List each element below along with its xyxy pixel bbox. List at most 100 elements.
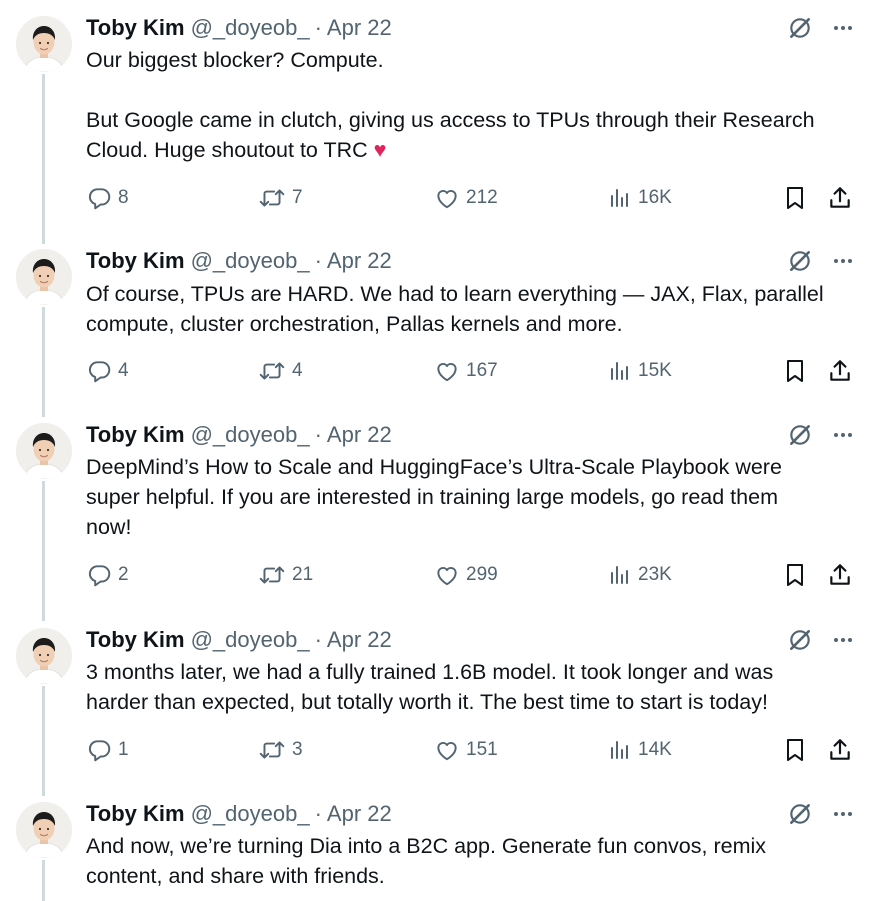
- grok-icon[interactable]: [787, 801, 813, 827]
- views-icon: [608, 738, 632, 762]
- reply-button[interactable]: 2: [86, 561, 129, 589]
- like-button[interactable]: 212: [434, 184, 498, 212]
- tweet-top-icons: [787, 247, 855, 275]
- bookmark-button[interactable]: [783, 736, 807, 764]
- retweet-count: 7: [292, 187, 303, 208]
- avatar[interactable]: [16, 628, 72, 684]
- like-count: 212: [466, 187, 498, 208]
- retweet-icon: [258, 185, 286, 211]
- bookmark-icon: [783, 737, 807, 763]
- tweet-text: DeepMind’s How to Scale and HuggingFace’…: [86, 452, 861, 542]
- reply-count: 8: [118, 187, 129, 208]
- more-icon[interactable]: [831, 628, 855, 652]
- bookmark-button[interactable]: [783, 357, 807, 385]
- grok-icon[interactable]: [787, 15, 813, 41]
- author-name[interactable]: Toby Kim: [86, 248, 185, 274]
- like-icon: [434, 737, 460, 763]
- tweet-date[interactable]: Apr 22: [327, 422, 392, 448]
- tweet-header: Toby Kim @_doyeob_ · Apr 22: [86, 626, 392, 654]
- more-icon[interactable]: [831, 802, 855, 826]
- author-name[interactable]: Toby Kim: [86, 422, 185, 448]
- grok-icon[interactable]: [787, 248, 813, 274]
- retweet-icon: [258, 562, 286, 588]
- retweet-button[interactable]: 3: [258, 736, 303, 764]
- like-button[interactable]: 299: [434, 561, 498, 589]
- bookmark-button[interactable]: [783, 184, 807, 212]
- retweet-icon: [258, 737, 286, 763]
- like-button[interactable]: 151: [434, 736, 498, 764]
- views-count: 16K: [638, 187, 672, 208]
- share-button[interactable]: [827, 184, 853, 212]
- share-icon: [827, 562, 853, 588]
- reply-button[interactable]: 4: [86, 357, 129, 385]
- more-icon[interactable]: [831, 423, 855, 447]
- avatar[interactable]: [16, 802, 72, 858]
- tweet-date[interactable]: Apr 22: [327, 801, 392, 827]
- bookmark-icon: [783, 358, 807, 384]
- retweet-button[interactable]: 21: [258, 561, 313, 589]
- views-icon: [608, 563, 632, 587]
- avatar[interactable]: [16, 249, 72, 305]
- thread-connector: [42, 481, 45, 621]
- author-handle[interactable]: @_doyeob_: [191, 15, 310, 41]
- tweet-date[interactable]: Apr 22: [327, 627, 392, 653]
- tweet-line: Cloud. Huge shoutout to TRC: [86, 138, 374, 162]
- author-name[interactable]: Toby Kim: [86, 15, 185, 41]
- tweet-line: content, and share with friends.: [86, 864, 385, 888]
- tweet-top-icons: [787, 800, 855, 828]
- tweet-header: Toby Kim @_doyeob_ · Apr 22: [86, 14, 392, 42]
- grok-icon[interactable]: [787, 422, 813, 448]
- views-count: 23K: [638, 564, 672, 585]
- reply-icon: [86, 562, 112, 588]
- author-name[interactable]: Toby Kim: [86, 801, 185, 827]
- views-button[interactable]: 14K: [608, 736, 672, 764]
- tweet-header: Toby Kim @_doyeob_ · Apr 22: [86, 421, 392, 449]
- retweet-count: 21: [292, 564, 314, 585]
- views-button[interactable]: 16K: [608, 184, 672, 212]
- bookmark-icon: [783, 185, 807, 211]
- tweet-date[interactable]: Apr 22: [327, 248, 392, 274]
- views-button[interactable]: 23K: [608, 561, 672, 589]
- share-button[interactable]: [827, 736, 853, 764]
- views-button[interactable]: 15K: [608, 357, 672, 385]
- views-icon: [608, 359, 632, 383]
- author-handle[interactable]: @_doyeob_: [191, 627, 310, 653]
- share-button[interactable]: [827, 561, 853, 589]
- more-icon[interactable]: [831, 16, 855, 40]
- retweet-button[interactable]: 7: [258, 184, 303, 212]
- red-heart-emoji: ♥: [373, 138, 387, 162]
- author-handle[interactable]: @_doyeob_: [191, 248, 310, 274]
- like-icon: [434, 358, 460, 384]
- separator: ·: [314, 627, 322, 652]
- author-handle[interactable]: @_doyeob_: [191, 422, 310, 448]
- tweet-line: super helpful. If you are interested in …: [86, 485, 778, 509]
- share-button[interactable]: [827, 357, 853, 385]
- reply-button[interactable]: 8: [86, 184, 129, 212]
- share-icon: [827, 737, 853, 763]
- avatar[interactable]: [16, 423, 72, 479]
- views-count: 14K: [638, 739, 672, 760]
- reply-button[interactable]: 1: [86, 736, 129, 764]
- like-button[interactable]: 167: [434, 357, 498, 385]
- tweet-actions: 2 21 299 23K: [86, 561, 856, 589]
- author-handle[interactable]: @_doyeob_: [191, 801, 310, 827]
- author-name[interactable]: Toby Kim: [86, 627, 185, 653]
- retweet-count: 4: [292, 360, 303, 381]
- reply-count: 1: [118, 739, 129, 760]
- tweet-date[interactable]: Apr 22: [327, 15, 392, 41]
- grok-icon[interactable]: [787, 627, 813, 653]
- thread-connector: [42, 307, 45, 417]
- retweet-button[interactable]: 4: [258, 357, 303, 385]
- bookmark-button[interactable]: [783, 561, 807, 589]
- tweet-line: And now, we’re turning Dia into a B2C ap…: [86, 834, 767, 858]
- share-icon: [827, 358, 853, 384]
- retweet-count: 3: [292, 739, 303, 760]
- more-icon[interactable]: [831, 249, 855, 273]
- avatar[interactable]: [16, 16, 72, 72]
- tweet-top-icons: [787, 421, 855, 449]
- reply-icon: [86, 737, 112, 763]
- tweet-line: Of course, TPUs are HARD. We had to lear…: [86, 282, 824, 306]
- tweet-actions: 1 3 151 14K: [86, 736, 856, 764]
- thread-connector: [42, 74, 45, 244]
- separator: ·: [314, 801, 322, 826]
